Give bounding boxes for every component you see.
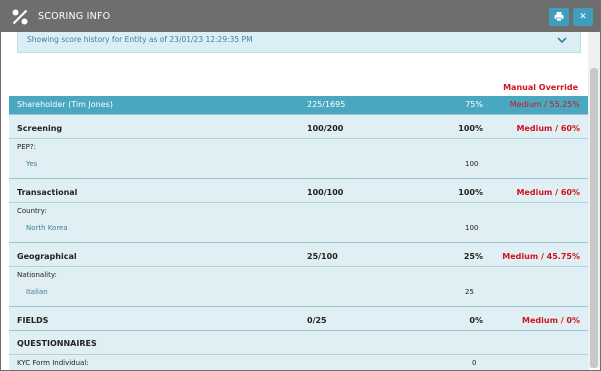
section-row: Screening 100/200 100% Medium / 60% bbox=[9, 114, 589, 138]
banner-text: Showing score history for Entity as of 2… bbox=[27, 35, 253, 44]
manual-override-link[interactable]: Manual Override bbox=[503, 83, 578, 92]
section-ratio: 100/200 bbox=[307, 124, 344, 133]
field-label: Nationality: bbox=[17, 271, 57, 279]
section-percent: 100% bbox=[458, 124, 483, 133]
scrollbar-thumb[interactable] bbox=[590, 68, 598, 368]
section-name: Screening bbox=[17, 124, 63, 133]
section-percent: 0% bbox=[469, 316, 483, 325]
entity-name: Shareholder (Tim Jones) bbox=[17, 100, 113, 109]
scrollbar[interactable] bbox=[588, 32, 600, 368]
print-icon bbox=[554, 12, 564, 22]
entity-score-row: Shareholder (Tim Jones) 225/1695 75% Med… bbox=[9, 96, 589, 114]
chevron-down-icon[interactable] bbox=[556, 34, 568, 46]
section-risk: Medium / 60% bbox=[516, 124, 580, 133]
section-field-row: Nationality: bbox=[9, 266, 589, 284]
print-button[interactable] bbox=[549, 8, 569, 26]
section-field-row: PEP?: bbox=[9, 138, 589, 156]
section-ratio: 0/25 bbox=[307, 316, 327, 325]
title-bar: SCORING INFO ✕ bbox=[1, 1, 600, 32]
field-score: 0 bbox=[472, 359, 477, 367]
field-label: PEP?: bbox=[17, 143, 36, 151]
entity-percent: 75% bbox=[465, 100, 483, 109]
close-button[interactable]: ✕ bbox=[573, 8, 593, 26]
section-value-row: Yes 100 bbox=[9, 156, 589, 178]
section-row: Geographical 25/100 25% Medium / 45.75% bbox=[9, 242, 589, 266]
section-field-row: Country: bbox=[9, 202, 589, 220]
section-ratio: 100/100 bbox=[307, 188, 344, 197]
field-value: Italian bbox=[26, 288, 48, 296]
section-risk: Medium / 60% bbox=[516, 188, 580, 197]
close-icon: ✕ bbox=[579, 12, 587, 22]
section-name: Transactional bbox=[17, 188, 78, 197]
field-label: Country: bbox=[17, 207, 47, 215]
section-percent: 25% bbox=[463, 252, 483, 261]
field-label: KYC Form Individual: bbox=[17, 359, 89, 367]
percent-icon bbox=[12, 9, 28, 25]
section-value-row: Italian 25 bbox=[9, 284, 589, 306]
dialog-title: SCORING INFO bbox=[38, 11, 111, 22]
section-value-row: North Korea 100 bbox=[9, 220, 589, 242]
section-row: Transactional 100/100 100% Medium / 60% bbox=[9, 178, 589, 202]
section-ratio: 25/100 bbox=[307, 252, 338, 261]
entity-risk: Medium / 55.25% bbox=[509, 100, 580, 109]
section-row: QUESTIONNAIRES bbox=[9, 330, 589, 354]
section-name: FIELDS bbox=[17, 316, 49, 325]
section-percent: 100% bbox=[458, 188, 483, 197]
field-value: North Korea bbox=[26, 224, 68, 232]
score-history-banner[interactable]: Showing score history for Entity as of 2… bbox=[17, 32, 581, 53]
section-name: Geographical bbox=[17, 252, 77, 261]
section-field-row: KYC Form Individual: 0 bbox=[9, 354, 589, 370]
section-risk: Medium / 45.75% bbox=[502, 252, 580, 261]
entity-ratio: 225/1695 bbox=[307, 100, 346, 109]
scoring-table: Shareholder (Tim Jones) 225/1695 75% Med… bbox=[9, 96, 589, 370]
scoring-info-dialog: SCORING INFO ✕ Showing score history for… bbox=[0, 0, 601, 371]
field-score: 100 bbox=[465, 224, 479, 232]
field-score: 100 bbox=[465, 160, 479, 168]
section-name: QUESTIONNAIRES bbox=[17, 339, 97, 348]
field-score: 25 bbox=[465, 288, 474, 296]
section-row: FIELDS 0/25 0% Medium / 0% bbox=[9, 306, 589, 330]
field-value: Yes bbox=[26, 160, 38, 168]
section-risk: Medium / 0% bbox=[522, 316, 580, 325]
